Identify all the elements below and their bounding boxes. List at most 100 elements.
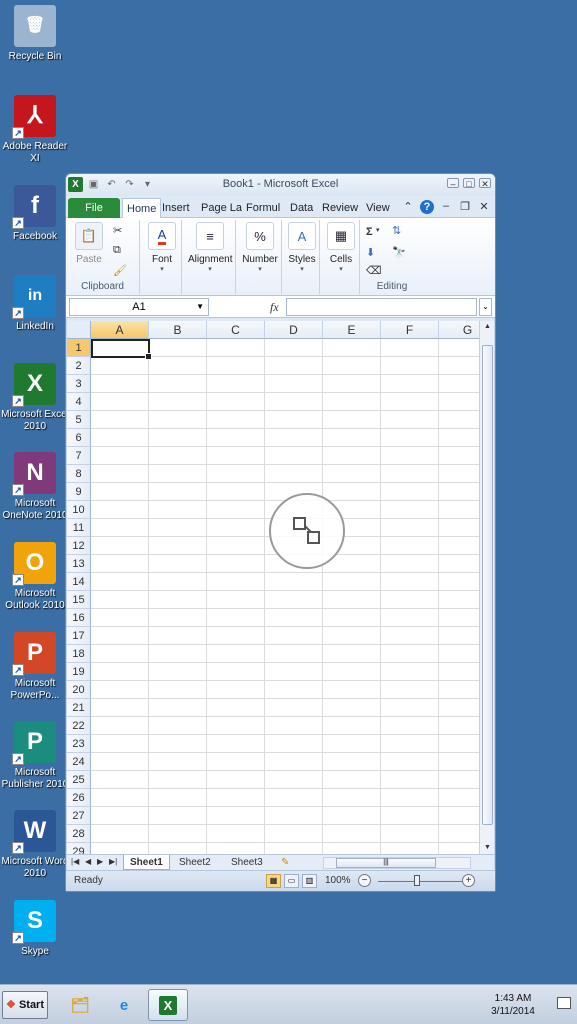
select-all-corner[interactable] [67,321,91,339]
number-button[interactable]: % Number ▾ [238,222,282,273]
row-header[interactable]: 10 [67,501,91,519]
column-header[interactable]: B [149,321,207,339]
row-header[interactable]: 24 [67,753,91,771]
sort-filter-icon[interactable]: ⇅ [392,224,401,237]
close-button[interactable]: ✕ [479,178,491,189]
alignment-button[interactable]: ≡ Alignment ▾ [188,222,232,273]
sheet-tab-sheet2[interactable]: Sheet2 [173,855,217,870]
cells-button[interactable]: ▦ Cells ▾ [319,222,363,273]
sheet-tab-sheet3[interactable]: Sheet3 [225,855,269,870]
horizontal-scroll-thumb[interactable]: ||| [336,858,436,868]
name-box[interactable]: A1 ▼ [69,298,209,316]
row-header[interactable]: 17 [67,627,91,645]
font-button[interactable]: A Font ▾ [140,222,184,273]
row-header[interactable]: 13 [67,555,91,573]
tab-page-layout[interactable]: Page La [197,198,246,218]
clear-icon[interactable]: ⌫ [366,264,382,277]
doc-close-icon[interactable]: ✕ [477,200,491,214]
last-sheet-icon[interactable]: ▶| [109,857,117,866]
paste-button[interactable]: 📋 Paste [68,222,110,265]
name-box-dropdown-icon[interactable]: ▼ [196,299,204,315]
insert-function-icon[interactable]: fx [270,300,279,315]
tab-formulas[interactable]: Formul [242,198,284,218]
zoom-level[interactable]: 100% [325,875,351,886]
row-header[interactable]: 8 [67,465,91,483]
title-bar[interactable]: X ▣ ↶ ↷ ▾ Book1 - Microsoft Excel ‒ □ ✕ [66,174,495,196]
row-header[interactable]: 23 [67,735,91,753]
scroll-down-icon[interactable]: ▼ [480,842,495,854]
row-header[interactable]: 20 [67,681,91,699]
doc-minimize-icon[interactable]: ‒ [439,200,453,214]
prev-sheet-icon[interactable]: ◀ [85,857,91,866]
row-header[interactable]: 19 [67,663,91,681]
zoom-in-button[interactable]: + [462,874,475,887]
desktop-icon-recycle-bin[interactable]: 🗑 Recycle Bin [0,5,70,63]
desktop-icon-excel[interactable]: X ↗ Microsoft Excel 2010 [0,363,70,433]
insert-sheet-icon[interactable]: ✎ [281,857,289,868]
tab-data[interactable]: Data [286,198,317,218]
sheet-tab-sheet1[interactable]: Sheet1 [123,855,170,870]
page-break-view-icon[interactable]: ▥ [302,874,317,888]
action-center-icon[interactable] [557,997,571,1009]
column-header[interactable]: E [323,321,381,339]
zoom-out-button[interactable]: − [358,874,371,887]
scroll-up-icon[interactable]: ▲ [480,321,495,333]
help-icon[interactable]: ? [420,200,434,214]
row-header[interactable]: 4 [67,393,91,411]
styles-button[interactable]: A Styles ▾ [280,222,324,273]
tab-insert[interactable]: Insert [158,198,194,218]
tab-view[interactable]: View [362,198,394,218]
minimize-button[interactable]: ‒ [447,178,459,189]
next-sheet-icon[interactable]: ▶ [97,857,103,866]
row-header[interactable]: 6 [67,429,91,447]
maximize-button[interactable]: □ [463,178,475,189]
row-header[interactable]: 9 [67,483,91,501]
column-header[interactable]: F [381,321,439,339]
vertical-scroll-thumb[interactable] [482,345,493,825]
format-painter-icon[interactable]: 🖌 [113,264,127,277]
desktop-icon-word[interactable]: W ↗ Microsoft Word 2010 [0,810,70,880]
row-header[interactable]: 27 [67,807,91,825]
zoom-slider[interactable] [378,881,468,882]
zoom-slider-knob[interactable] [414,875,420,886]
row-header[interactable]: 12 [67,537,91,555]
column-header[interactable]: A [91,321,149,339]
column-header[interactable]: C [207,321,265,339]
desktop-icon-powerpoint[interactable]: P ↗ Microsoft PowerPo... [0,632,70,702]
row-header[interactable]: 14 [67,573,91,591]
tab-file[interactable]: File [68,198,120,218]
cut-icon[interactable]: ✂ [113,224,122,237]
desktop-icon-outlook[interactable]: O ↗ Microsoft Outlook 2010 [0,542,70,612]
row-header[interactable]: 7 [67,447,91,465]
doc-restore-icon[interactable]: ❐ [458,200,472,214]
column-header[interactable]: G [439,321,479,339]
desktop-icon-facebook[interactable]: f ↗ Facebook [0,185,70,243]
row-header[interactable]: 25 [67,771,91,789]
row-header[interactable]: 5 [67,411,91,429]
row-header[interactable]: 29 [67,843,91,854]
row-header[interactable]: 26 [67,789,91,807]
copy-icon[interactable]: ⧉ [113,244,121,257]
tab-home[interactable]: Home [122,198,162,218]
start-button[interactable]: ❖ Start [2,991,48,1019]
row-header[interactable]: 11 [67,519,91,537]
page-layout-view-icon[interactable]: ▭ [284,874,299,888]
desktop-icon-linkedin[interactable]: in ↗ LinkedIn [0,275,70,333]
desktop-icon-adobe-reader[interactable]: ⅄ ↗ Adobe Reader XI [0,95,70,165]
fill-icon[interactable]: ⬇ [366,246,375,259]
expand-formula-bar-icon[interactable]: ⌄ [479,298,492,316]
horizontal-scrollbar[interactable]: ||| [323,857,471,869]
desktop-icon-publisher[interactable]: P ↗ Microsoft Publisher 2010 [0,721,70,791]
row-header[interactable]: 3 [67,375,91,393]
clock[interactable]: 1:43 AM 3/11/2014 [485,992,541,1018]
row-header[interactable]: 16 [67,609,91,627]
desktop-icon-skype[interactable]: S ↗ Skype [0,900,70,958]
vertical-scrollbar[interactable]: ▲ ▼ [479,321,494,854]
taskbar-excel-icon[interactable]: X [148,989,188,1021]
row-header[interactable]: 2 [67,357,91,375]
tab-review[interactable]: Review [318,198,362,218]
desktop-icon-onenote[interactable]: N ↗ Microsoft OneNote 2010 [0,452,70,522]
row-header[interactable]: 18 [67,645,91,663]
minimize-ribbon-icon[interactable]: ⌃ [401,200,415,214]
row-header[interactable]: 21 [67,699,91,717]
